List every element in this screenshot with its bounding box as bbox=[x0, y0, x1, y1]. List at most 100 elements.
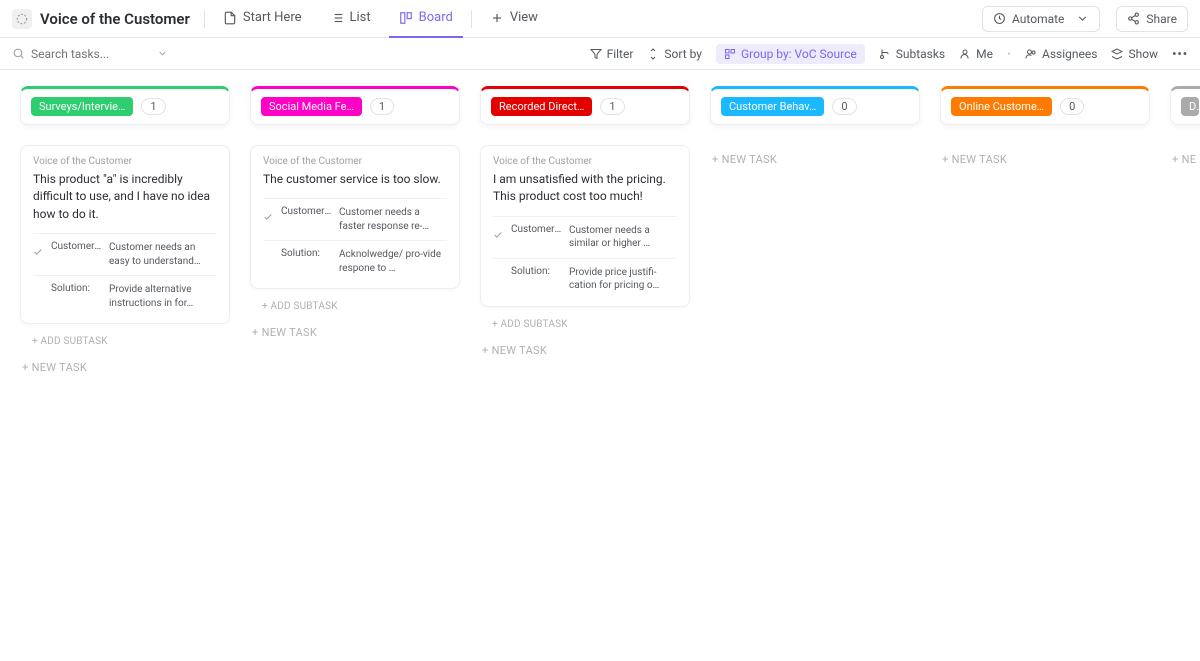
doc-icon bbox=[223, 11, 237, 25]
column-badge: Social Media Fe… bbox=[261, 97, 362, 116]
subtask-row[interactable]: Customer … Customer needs a similar or hi… bbox=[493, 216, 677, 258]
show-button[interactable]: Show bbox=[1111, 47, 1158, 61]
share-button[interactable]: Share bbox=[1116, 6, 1188, 32]
new-task-button[interactable]: + NEW TASK bbox=[250, 318, 460, 347]
more-menu[interactable]: ••• bbox=[1172, 47, 1188, 61]
task-card[interactable]: Voice of the Customer I am unsatisfied w… bbox=[480, 145, 690, 307]
column: Surveys/Intervie… 1 Voice of the Customer… bbox=[20, 86, 230, 382]
column-badge: Customer Behav… bbox=[721, 97, 824, 116]
me-button[interactable]: Me bbox=[959, 47, 993, 61]
card-list-name: Voice of the Customer bbox=[493, 156, 677, 167]
filter-button[interactable]: Filter bbox=[590, 47, 634, 61]
doc-dashed-icon bbox=[12, 9, 32, 29]
column-header[interactable]: Online Custome…0 bbox=[940, 86, 1150, 125]
column-header[interactable]: Dir bbox=[1170, 86, 1200, 125]
column-header[interactable]: Surveys/Intervie… 1 bbox=[20, 86, 230, 125]
add-subtask-button[interactable]: + ADD SUBTASK bbox=[480, 313, 690, 336]
column-count: 0 bbox=[832, 98, 856, 115]
search-wrap[interactable] bbox=[12, 44, 192, 63]
new-task-button[interactable]: + NEW TASK bbox=[480, 336, 690, 365]
tab-list[interactable]: List bbox=[320, 0, 381, 38]
add-subtask-button[interactable]: + ADD SUBTASK bbox=[20, 330, 230, 353]
board: Surveys/Intervie… 1 Voice of the Customer… bbox=[0, 70, 1200, 398]
sub-label: Solution: bbox=[51, 283, 103, 294]
tab-label: Start Here bbox=[243, 10, 302, 25]
add-subtask-button[interactable]: + ADD SUBTASK bbox=[250, 295, 460, 318]
separator bbox=[204, 10, 205, 28]
subtask-row[interactable]: Customer …Customer needs a faster respon… bbox=[263, 198, 447, 240]
column-header[interactable]: Customer Behav… 0 bbox=[710, 86, 920, 125]
column-count: 1 bbox=[141, 98, 165, 115]
sub-label: Customer … bbox=[511, 224, 563, 235]
sub-value: Customer needs a similar or higher … bbox=[569, 224, 677, 251]
column-badge: Dir bbox=[1181, 97, 1199, 116]
page-title: Voice of the Customer bbox=[40, 10, 190, 28]
column-badge: Surveys/Intervie… bbox=[31, 97, 133, 116]
card-list-name: Voice of the Customer bbox=[33, 156, 217, 167]
automate-icon bbox=[993, 12, 1006, 25]
top-header: Voice of the Customer Start Here List Bo… bbox=[0, 0, 1200, 38]
new-task-button[interactable]: + NE bbox=[1170, 145, 1200, 174]
subtask-row[interactable]: Solution: Provide alternative instruction… bbox=[33, 275, 217, 317]
new-task-button[interactable]: + NEW TASK bbox=[710, 145, 920, 174]
subtask-row[interactable]: Customer … Customer needs an easy to unde… bbox=[33, 233, 217, 275]
sub-label: Solution: bbox=[511, 266, 563, 277]
tab-label: List bbox=[350, 10, 371, 25]
sort-icon bbox=[647, 48, 659, 60]
search-input[interactable] bbox=[31, 47, 151, 61]
check-icon bbox=[33, 242, 45, 261]
list-icon bbox=[330, 11, 344, 25]
separator-dot: • bbox=[1007, 47, 1011, 61]
subtask-row[interactable]: Solution: Provide price justifi-cation fo… bbox=[493, 258, 677, 300]
new-task-button[interactable]: + NEW TASK bbox=[940, 145, 1150, 174]
search-chevron[interactable] bbox=[157, 44, 168, 63]
groupby-button[interactable]: Group by: VoC Source bbox=[716, 44, 865, 64]
plus-icon bbox=[490, 11, 504, 25]
card-title: The customer service is too slow. bbox=[263, 171, 447, 188]
check-icon bbox=[263, 207, 275, 226]
assignees-button[interactable]: Assignees bbox=[1025, 47, 1097, 61]
filter-icon bbox=[590, 48, 602, 60]
column-header[interactable]: Recorded Direct…1 bbox=[480, 86, 690, 125]
person-icon bbox=[959, 48, 971, 60]
search-icon bbox=[12, 47, 25, 60]
add-view-button[interactable]: View bbox=[480, 0, 548, 38]
column-badge: Online Custome… bbox=[951, 97, 1052, 116]
separator bbox=[471, 10, 472, 28]
sortby-button[interactable]: Sort by bbox=[647, 47, 702, 61]
toolbar: Filter Sort by Group by: VoC Source Subt… bbox=[0, 38, 1200, 70]
sub-label: Solution: bbox=[281, 248, 333, 259]
subtask-row[interactable]: Solution:Acknolwedge/ pro-vide respone t… bbox=[263, 240, 447, 282]
subtasks-icon bbox=[879, 48, 891, 60]
chevron-down-icon bbox=[1076, 12, 1089, 25]
layers-icon bbox=[1111, 48, 1123, 60]
subtasks-button[interactable]: Subtasks bbox=[879, 47, 945, 61]
card-title: This product "a" is incredibly difficult… bbox=[33, 171, 217, 223]
new-task-button[interactable]: + NEW TASK bbox=[20, 353, 230, 382]
column-count: 1 bbox=[600, 98, 624, 115]
share-label: Share bbox=[1146, 12, 1177, 26]
sub-value: Provide price justifi-cation for pricing… bbox=[569, 266, 677, 293]
board-icon bbox=[399, 11, 413, 25]
share-icon bbox=[1127, 12, 1140, 25]
sub-label: Customer … bbox=[51, 241, 103, 252]
tab-board[interactable]: Board bbox=[389, 0, 463, 38]
check-icon bbox=[493, 225, 505, 244]
group-icon bbox=[724, 48, 736, 60]
column: Recorded Direct…1 Voice of the Customer … bbox=[480, 86, 690, 365]
task-card[interactable]: Voice of the Customer This product "a" i… bbox=[20, 145, 230, 324]
people-icon bbox=[1025, 48, 1037, 60]
tab-label: Board bbox=[419, 10, 453, 25]
automate-button[interactable]: Automate bbox=[982, 6, 1100, 32]
sub-value: Provide alternative instructions in for… bbox=[109, 283, 217, 310]
card-title: I am unsatisfied with the pricing. This … bbox=[493, 171, 677, 206]
tab-label: View bbox=[510, 10, 538, 25]
column-header[interactable]: Social Media Fe… 1 bbox=[250, 86, 460, 125]
tab-start-here[interactable]: Start Here bbox=[213, 0, 312, 38]
task-card[interactable]: Voice of the Customer The customer servi… bbox=[250, 145, 460, 289]
sub-value: Customer needs an easy to understand… bbox=[109, 241, 217, 268]
column: Online Custome…0 + NEW TASK bbox=[940, 86, 1150, 174]
automate-label: Automate bbox=[1012, 12, 1064, 26]
column-count: 1 bbox=[370, 98, 394, 115]
column: Social Media Fe… 1 Voice of the Customer … bbox=[250, 86, 460, 347]
